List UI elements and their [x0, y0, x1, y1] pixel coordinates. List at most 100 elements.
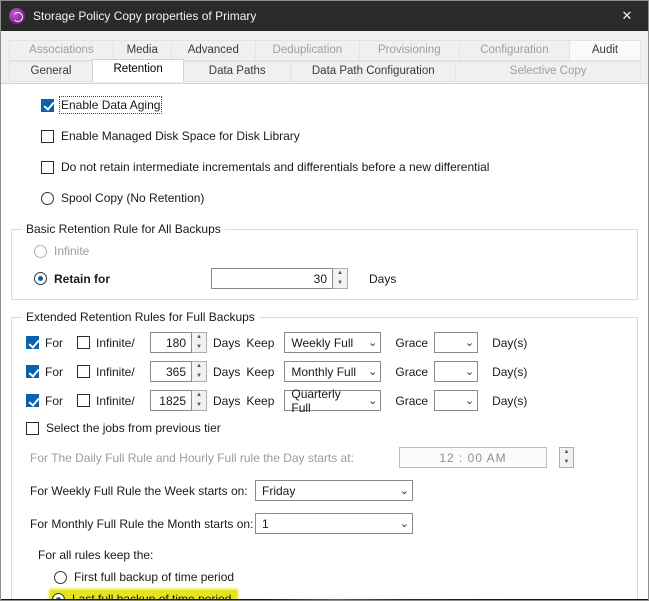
spin-down-icon[interactable]: ▼: [560, 458, 573, 468]
rule3-grace-label: Grace: [395, 394, 428, 408]
first-full-row: First full backup of time period: [54, 570, 629, 584]
rule1-keep-dropdown[interactable]: Weekly Full ⌄: [284, 332, 381, 353]
rule2-infinite-checkbox[interactable]: [77, 365, 90, 378]
rule2-days-label: Days: [213, 365, 240, 379]
managed-disk-row: Enable Managed Disk Space for Disk Libra…: [41, 129, 648, 143]
last-full-highlight: Last full backup of time period: [50, 590, 237, 599]
first-full-radio[interactable]: [54, 571, 67, 584]
weekly-rule-label: For Weekly Full Rule the Week starts on:: [30, 484, 248, 498]
rule1-days-input[interactable]: 180: [150, 332, 192, 353]
rule1-grace-dropdown[interactable]: ⌄: [434, 332, 478, 353]
rule3-unit-label: Day(s): [492, 394, 527, 408]
chevron-down-icon: ⌄: [368, 336, 377, 349]
rule1-infinite-checkbox[interactable]: [77, 336, 90, 349]
rule3-spin-buttons[interactable]: ▲▼: [192, 390, 207, 411]
spin-down-icon[interactable]: ▼: [333, 279, 347, 289]
rule3-keep-value: Quarterly Full: [291, 387, 362, 415]
infinite-radio[interactable]: [34, 245, 47, 258]
rule3-keep-dropdown[interactable]: Quarterly Full⌄: [284, 390, 381, 411]
daily-time-spin-buttons[interactable]: ▲▼: [559, 447, 574, 468]
previous-tier-row: Select the jobs from previous tier: [26, 421, 629, 435]
week-start-dropdown[interactable]: Friday⌄: [255, 480, 413, 501]
rule3-for-checkbox[interactable]: [26, 394, 39, 407]
window-title: Storage Policy Copy properties of Primar…: [33, 9, 614, 23]
rule1-keep-value: Weekly Full: [291, 336, 353, 350]
intermediate-label: Do not retain intermediate incrementals …: [61, 160, 489, 174]
rule1-spin-buttons[interactable]: ▲▼: [192, 332, 207, 353]
tab-associations[interactable]: Associations: [9, 40, 114, 61]
rule2-infinite-label: Infinite/: [96, 365, 144, 379]
spin-down-icon[interactable]: ▼: [192, 343, 206, 353]
previous-tier-checkbox[interactable]: [26, 422, 39, 435]
rule1-unit-label: Day(s): [492, 336, 527, 350]
rule3-days-input[interactable]: 1825: [150, 390, 192, 411]
tab-provisioning[interactable]: Provisioning: [359, 40, 460, 61]
rule2-keep-label: Keep: [246, 365, 274, 379]
basic-retention-title: Basic Retention Rule for All Backups: [22, 222, 225, 236]
tab-data-paths[interactable]: Data Paths: [183, 61, 291, 82]
spin-up-icon[interactable]: ▲: [192, 391, 206, 401]
weekly-rule-row: For Weekly Full Rule the Week starts on:…: [30, 480, 629, 501]
spool-copy-radio[interactable]: [41, 192, 54, 205]
rule2-spin-buttons[interactable]: ▲▼: [192, 361, 207, 382]
spin-up-icon[interactable]: ▲: [560, 448, 573, 458]
rule2-unit-label: Day(s): [492, 365, 527, 379]
tab-advanced[interactable]: Advanced: [171, 40, 256, 61]
retain-days-input[interactable]: 30: [211, 268, 333, 289]
month-start-dropdown[interactable]: 1⌄: [255, 513, 413, 534]
chevron-down-icon: ⌄: [368, 365, 377, 378]
enable-data-aging-row: Enable Data Aging: [41, 98, 648, 112]
title-bar: Storage Policy Copy properties of Primar…: [1, 1, 648, 31]
keep-the-label: For all rules keep the:: [38, 548, 153, 562]
basic-retention-group: Basic Retention Rule for All Backups Inf…: [11, 222, 638, 300]
first-full-label: First full backup of time period: [74, 570, 234, 584]
retain-for-radio[interactable]: [34, 272, 47, 285]
managed-disk-label: Enable Managed Disk Space for Disk Libra…: [61, 129, 300, 143]
spin-up-icon[interactable]: ▲: [192, 362, 206, 372]
enable-data-aging-checkbox[interactable]: [41, 99, 54, 112]
dialog-window: Storage Policy Copy properties of Primar…: [0, 0, 649, 601]
rule2-for-checkbox[interactable]: [26, 365, 39, 378]
rule1-days-stepper: 180 ▲▼: [150, 332, 207, 353]
chevron-down-icon: ⌄: [465, 365, 474, 378]
last-full-row: Last full backup of time period: [50, 590, 629, 599]
tab-selective-copy[interactable]: Selective Copy: [455, 61, 641, 82]
last-full-label: Last full backup of time period: [72, 592, 231, 599]
daily-time-input[interactable]: 12 : 00 AM: [399, 447, 547, 468]
spin-up-icon[interactable]: ▲: [192, 333, 206, 343]
tab-general[interactable]: General: [9, 61, 93, 82]
tab-data-path-configuration[interactable]: Data Path Configuration: [290, 61, 456, 82]
last-full-radio[interactable]: [52, 593, 65, 600]
spin-up-icon[interactable]: ▲: [333, 269, 347, 279]
rule3-infinite-checkbox[interactable]: [77, 394, 90, 407]
rule1-for-label: For: [45, 336, 71, 350]
tab-configuration[interactable]: Configuration: [459, 40, 570, 61]
retain-days-spin-buttons[interactable]: ▲▼: [333, 268, 348, 289]
chevron-down-icon: ⌄: [400, 517, 409, 530]
rule3-grace-dropdown[interactable]: ⌄: [434, 390, 478, 411]
tab-row-2: General Retention Data Paths Data Path C…: [9, 61, 640, 83]
week-start-value: Friday: [262, 484, 295, 498]
tab-media[interactable]: Media: [113, 40, 172, 61]
daily-rule-row: For The Daily Full Rule and Hourly Full …: [30, 447, 629, 468]
rule2-grace-dropdown[interactable]: ⌄: [434, 361, 478, 382]
rule2-keep-dropdown[interactable]: Monthly Full ⌄: [284, 361, 381, 382]
rule3-keep-label: Keep: [246, 394, 274, 408]
rule2-days-input[interactable]: 365: [150, 361, 192, 382]
close-icon[interactable]: ✕: [614, 8, 640, 24]
retention-tab-panel: Enable Data Aging Enable Managed Disk Sp…: [1, 83, 648, 599]
rule1-grace-label: Grace: [395, 336, 428, 350]
tab-deduplication[interactable]: Deduplication: [255, 40, 360, 61]
managed-disk-checkbox[interactable]: [41, 130, 54, 143]
spin-down-icon[interactable]: ▼: [192, 401, 206, 411]
rule1-for-checkbox[interactable]: [26, 336, 39, 349]
month-start-value: 1: [262, 517, 269, 531]
intermediate-checkbox[interactable]: [41, 161, 54, 174]
rule3-days-stepper: 1825 ▲▼: [150, 390, 207, 411]
rule2-keep-value: Monthly Full: [291, 365, 356, 379]
spin-down-icon[interactable]: ▼: [192, 372, 206, 382]
tab-retention[interactable]: Retention: [92, 59, 184, 82]
rule3-for-label: For: [45, 394, 71, 408]
intermediate-row: Do not retain intermediate incrementals …: [41, 160, 648, 174]
tab-audit[interactable]: Audit: [569, 40, 641, 61]
